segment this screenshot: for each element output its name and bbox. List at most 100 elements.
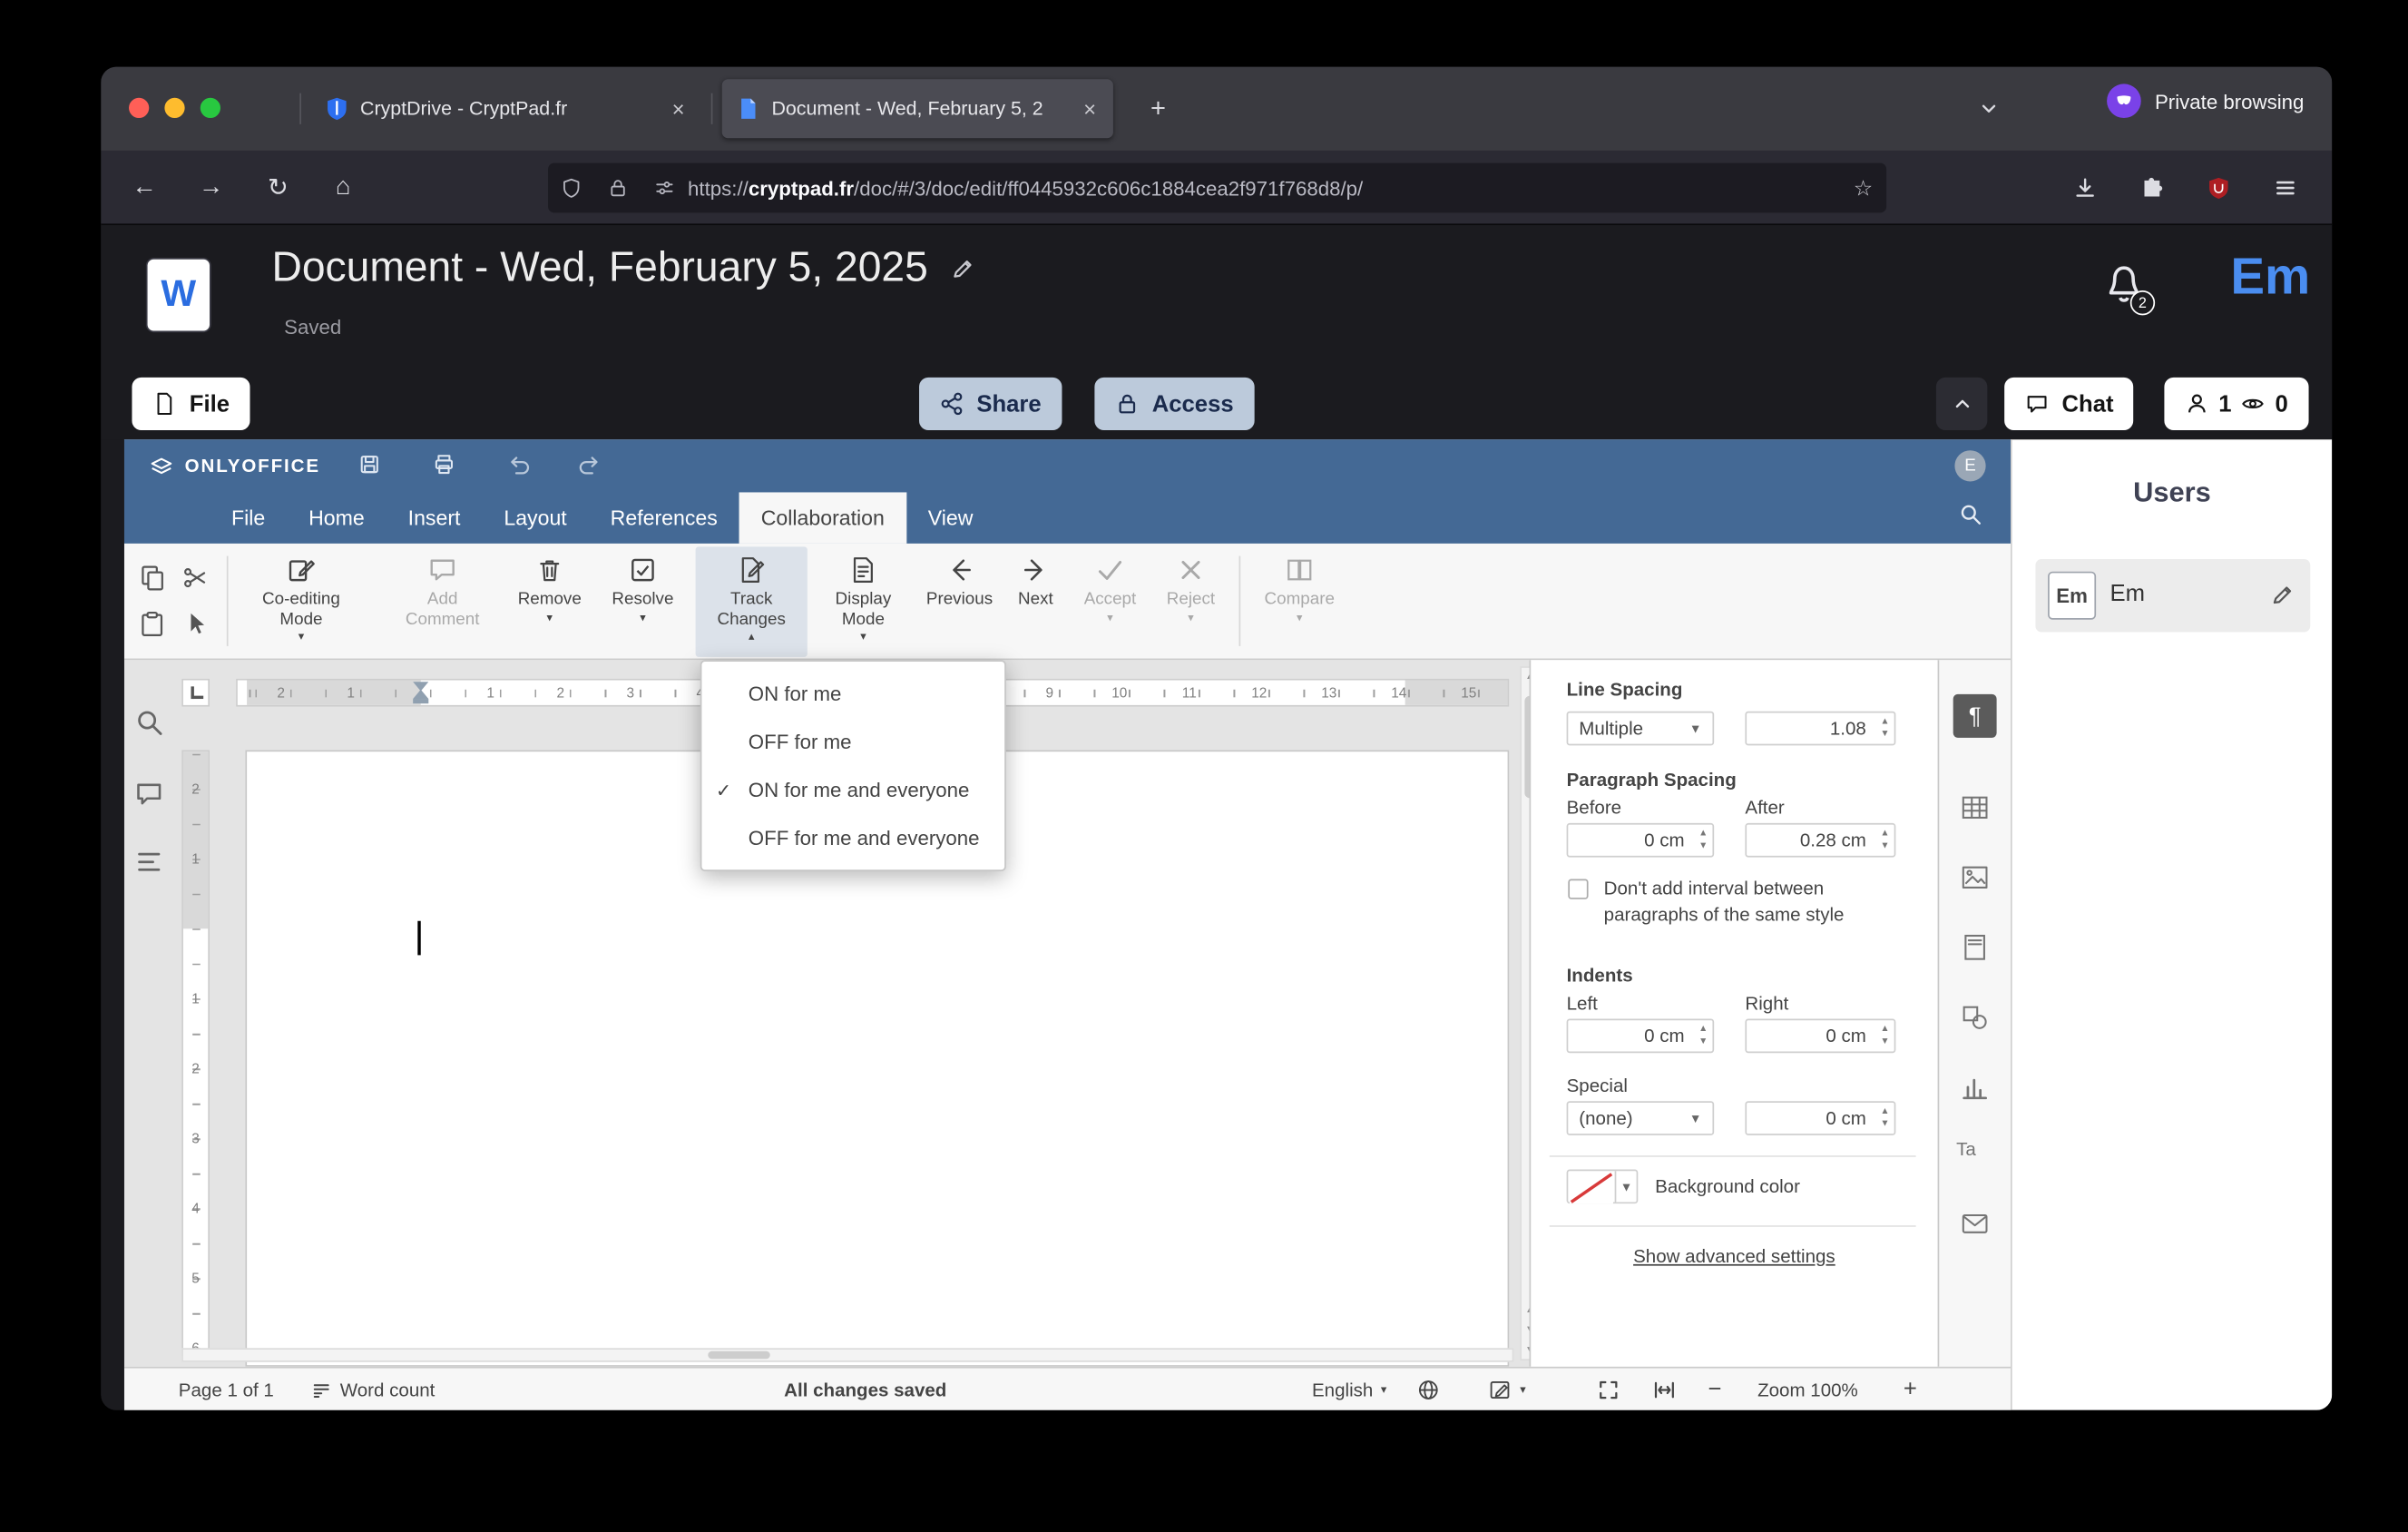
menu-tab-insert[interactable]: Insert	[387, 492, 483, 543]
fit-page-button[interactable]	[1596, 1369, 1620, 1410]
chat-button[interactable]: Chat	[2004, 377, 2134, 431]
home-button[interactable]: ⌂	[318, 163, 368, 213]
user-list-item[interactable]: Em Em	[2035, 559, 2311, 633]
hanging-indent-marker[interactable]	[413, 689, 429, 700]
paragraph-settings-tab[interactable]: ¶	[1953, 693, 1997, 738]
redo-button[interactable]	[578, 452, 609, 483]
downloads-button[interactable]	[2061, 163, 2110, 213]
menu-tab-collaboration[interactable]: Collaboration	[739, 492, 906, 544]
zoom-out-button[interactable]: −	[1708, 1369, 1721, 1410]
navigation-panel-button[interactable]	[133, 847, 164, 878]
remove-button[interactable]: Remove ▾	[506, 546, 593, 656]
spin-down-icon[interactable]: ▼	[1698, 1036, 1708, 1048]
share-button[interactable]: Share	[919, 377, 1062, 431]
next-page-button[interactable]: ▼	[1522, 1325, 1530, 1336]
line-spacing-amount-spinner[interactable]: 1.08 ▲ ▼	[1745, 711, 1896, 746]
track-changes-button[interactable]: Track Changes ▴	[695, 546, 808, 657]
text-art-settings-tab[interactable]: Ta	[1956, 1138, 1976, 1160]
scroll-down-arrow[interactable]: ▼	[1522, 1345, 1530, 1356]
back-button[interactable]: ←	[120, 163, 170, 213]
select-all-button[interactable]	[180, 609, 210, 640]
resolve-button[interactable]: Resolve ▾	[600, 546, 687, 656]
search-button[interactable]	[1958, 502, 1986, 530]
edit-title-pencil-icon[interactable]	[950, 255, 974, 280]
tracking-protection-shield-icon[interactable]	[548, 177, 594, 199]
track-changes-status-button[interactable]: ▾	[1487, 1369, 1526, 1410]
no-interval-checkbox[interactable]	[1568, 879, 1589, 899]
menu-item-off-for-everyone[interactable]: OFF for me and everyone	[701, 814, 1004, 862]
scrollbar-thumb[interactable]	[708, 1350, 770, 1360]
shape-settings-tab[interactable]	[1960, 1002, 1991, 1033]
zoom-level[interactable]: Zoom 100%	[1757, 1369, 1858, 1410]
scroll-up-arrow[interactable]: ▲	[1522, 671, 1530, 682]
menu-button[interactable]	[2261, 163, 2311, 213]
lock-icon[interactable]	[594, 177, 641, 199]
url-text[interactable]: https://cryptpad.fr/doc/#/3/doc/edit/ff0…	[688, 176, 1840, 200]
header-footer-settings-tab[interactable]	[1960, 932, 1991, 963]
comments-panel-button[interactable]	[133, 778, 164, 809]
previous-page-button[interactable]: ▲	[1522, 1304, 1530, 1315]
horizontal-scrollbar[interactable]	[181, 1348, 1514, 1362]
document-title[interactable]: Document - Wed, February 5, 2025	[271, 244, 974, 292]
tab-stop-selector[interactable]	[181, 678, 210, 707]
spin-up-icon[interactable]: ▲	[1880, 1105, 1889, 1118]
language-selector[interactable]: English ▾	[1312, 1369, 1386, 1410]
coediting-mode-button[interactable]: Co-editing Mode ▾	[236, 546, 367, 656]
menu-item-off-for-me[interactable]: OFF for me	[701, 718, 1004, 766]
spin-down-icon[interactable]: ▼	[1880, 840, 1889, 853]
next-change-button[interactable]: Next	[1003, 546, 1068, 656]
permissions-icon[interactable]	[641, 177, 688, 199]
extensions-button[interactable]	[2127, 163, 2177, 213]
background-color-button[interactable]: ▼	[1566, 1169, 1639, 1204]
menu-item-on-for-everyone[interactable]: ✓ ON for me and everyone	[701, 766, 1004, 814]
undo-button[interactable]	[506, 452, 537, 483]
forward-button[interactable]: →	[186, 163, 236, 213]
ublock-button[interactable]	[2194, 163, 2244, 213]
spin-up-icon[interactable]: ▲	[1698, 1024, 1708, 1036]
spin-up-icon[interactable]: ▲	[1698, 828, 1708, 840]
paste-button[interactable]	[137, 609, 168, 640]
indent-right-spinner[interactable]: 0 cm ▲ ▼	[1745, 1018, 1896, 1054]
spin-down-icon[interactable]: ▼	[1880, 1036, 1889, 1048]
list-tabs-button[interactable]	[1964, 83, 2014, 133]
mail-merge-settings-tab[interactable]	[1960, 1208, 1991, 1239]
edit-name-pencil-icon[interactable]	[2270, 583, 2295, 607]
table-settings-tab[interactable]	[1960, 792, 1991, 823]
spin-up-icon[interactable]: ▲	[1880, 716, 1889, 729]
collapse-toolbar-button[interactable]	[1935, 377, 1988, 431]
fit-width-button[interactable]	[1652, 1369, 1677, 1410]
menu-tab-view[interactable]: View	[906, 492, 995, 543]
zoom-window-button[interactable]	[200, 97, 220, 119]
special-amount-spinner[interactable]: 0 cm ▲ ▼	[1745, 1101, 1896, 1135]
notifications-bell-icon[interactable]: 2	[2102, 262, 2156, 316]
spin-down-icon[interactable]: ▼	[1698, 840, 1708, 853]
spin-up-icon[interactable]: ▲	[1880, 1024, 1889, 1036]
advanced-settings-link[interactable]: Show advanced settings	[1531, 1245, 1937, 1267]
add-comment-button[interactable]: Add Comment	[385, 546, 500, 656]
left-indent-marker[interactable]	[413, 699, 429, 704]
users-counter-badge[interactable]: 1 0	[2164, 377, 2309, 431]
menu-tab-home[interactable]: Home	[287, 492, 387, 543]
accept-button[interactable]: Accept ▾	[1072, 546, 1150, 656]
reload-button[interactable]: ↻	[253, 163, 303, 213]
special-select[interactable]: (none) ▼	[1566, 1101, 1715, 1135]
indent-left-spinner[interactable]: 0 cm ▲ ▼	[1566, 1018, 1715, 1054]
close-window-button[interactable]	[129, 97, 150, 119]
new-tab-button[interactable]: +	[1133, 83, 1183, 133]
print-button[interactable]	[432, 452, 463, 483]
find-button[interactable]	[133, 707, 164, 738]
menu-tab-references[interactable]: References	[589, 492, 739, 543]
vertical-scrollbar[interactable]: ▲ ▲ ▼ ▼	[1520, 666, 1530, 1361]
menu-tab-layout[interactable]: Layout	[482, 492, 588, 543]
chart-settings-tab[interactable]	[1960, 1072, 1991, 1103]
url-bar[interactable]: https://cryptpad.fr/doc/#/3/doc/edit/ff0…	[548, 162, 1887, 213]
line-spacing-select[interactable]: Multiple ▼	[1566, 711, 1715, 746]
collaborator-avatar[interactable]: E	[1954, 450, 1986, 482]
file-button[interactable]: File	[132, 377, 250, 431]
bookmark-star-icon[interactable]: ☆	[1840, 175, 1886, 201]
close-tab-icon[interactable]: ×	[1081, 96, 1100, 121]
minimize-window-button[interactable]	[164, 97, 185, 119]
tab-document[interactable]: Document - Wed, February 5, 2 ×	[721, 79, 1113, 139]
compare-button[interactable]: Compare ▾	[1251, 546, 1347, 656]
spellcheck-button[interactable]	[1416, 1369, 1441, 1410]
